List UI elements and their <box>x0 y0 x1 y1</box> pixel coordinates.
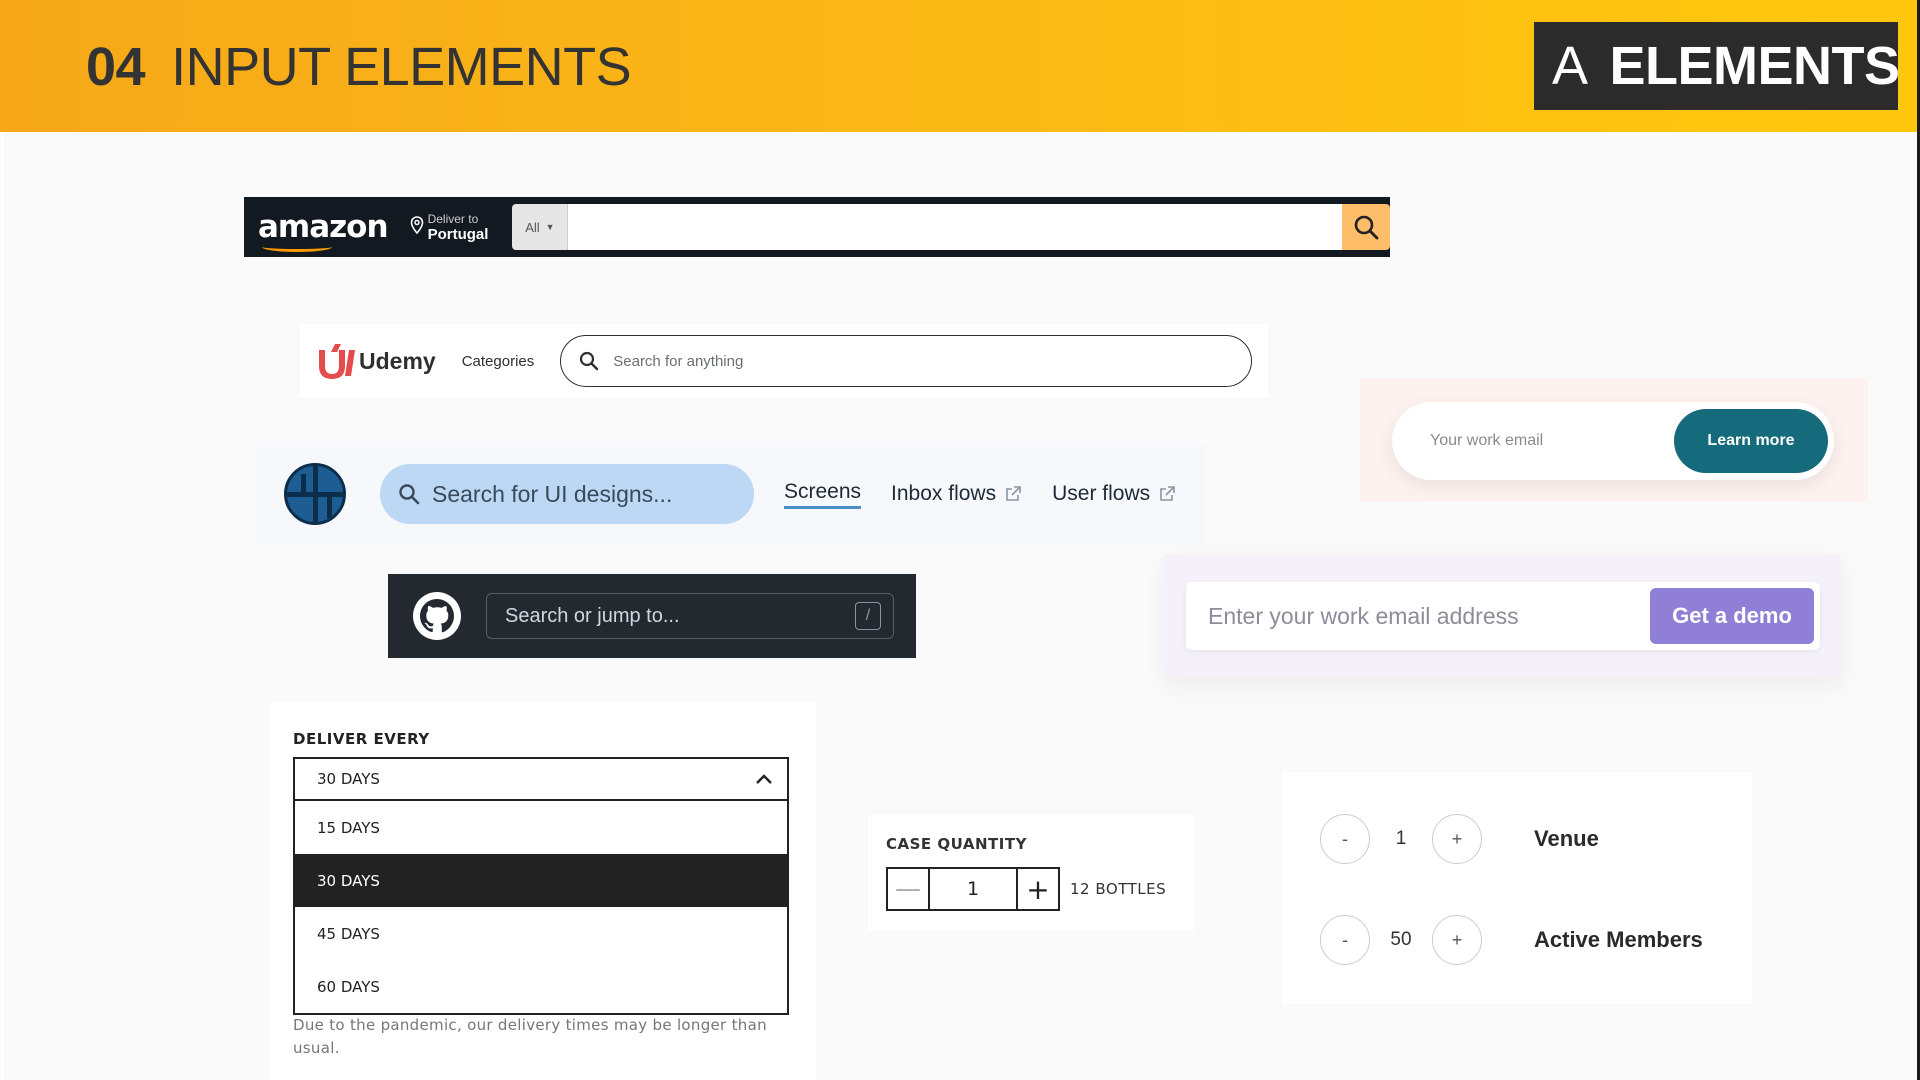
deliver-to[interactable]: Deliver to Portugal <box>410 211 489 243</box>
slide-header: 04 INPUT ELEMENTS A ELEMENTS <box>0 0 1920 132</box>
dropdown-selected[interactable]: 30 DAYS <box>295 759 787 801</box>
quantity-unit: 12 BOTTLES <box>1070 880 1167 898</box>
chevron-up-icon <box>756 774 772 784</box>
venue-label: Venue <box>1534 826 1599 851</box>
amazon-search-input[interactable] <box>568 204 1342 250</box>
udemy-u-icon <box>319 344 355 379</box>
demo-section: Enter your work email address Get a demo <box>1164 554 1840 678</box>
amazon-logo-text: amazon <box>258 209 389 245</box>
dropdown-option[interactable]: 60 DAYS <box>295 960 787 1013</box>
member-steppers-card: - 1 + Venue - 50 + Active Members <box>1282 772 1752 1004</box>
active-members-label: Active Members <box>1534 927 1703 952</box>
amazon-search-bar: amazon Deliver to Portugal All ▼ <box>244 197 1390 257</box>
nav-link-screens[interactable]: Screens <box>784 479 862 509</box>
venue-stepper: - 1 + Venue <box>1320 814 1599 864</box>
brand-badge: A ELEMENTS <box>1534 22 1901 110</box>
get-demo-button[interactable]: Get a demo <box>1650 588 1814 644</box>
dropdown-option[interactable]: 15 DAYS <box>295 801 787 854</box>
category-value: All <box>525 219 540 235</box>
dropdown-option-selected[interactable]: 30 DAYS <box>295 854 787 907</box>
category-select[interactable]: All ▼ <box>512 204 569 250</box>
deliver-every-dropdown: 30 DAYS 15 DAYS 30 DAYS 45 DAYS 60 DAYS <box>293 757 789 1015</box>
badge-prefix: A <box>1552 36 1588 96</box>
amazon-smile-icon <box>262 242 332 252</box>
search-icon <box>399 484 420 505</box>
amazon-search-button[interactable] <box>1342 204 1390 250</box>
learn-more-section: Your work email Learn more <box>1360 378 1868 502</box>
dropdown-option[interactable]: 45 DAYS <box>295 907 787 960</box>
udemy-header: Udemy Categories Search for anything <box>299 324 1269 398</box>
deliver-location: Portugal <box>427 225 489 243</box>
venue-value[interactable]: 1 <box>1370 828 1432 850</box>
udemy-search-input[interactable]: Search for anything <box>560 335 1253 387</box>
nav-link-inbox-flows[interactable]: Inbox flows <box>891 482 1022 506</box>
case-quantity-label: CASE QUANTITY <box>886 835 1027 853</box>
github-logo-icon[interactable] <box>412 591 462 641</box>
work-email-form: Your work email Learn more <box>1392 402 1834 480</box>
work-email-input[interactable]: Your work email <box>1430 432 1674 450</box>
location-pin-icon <box>410 215 424 239</box>
delivery-note: Due to the pandemic, our delivery times … <box>293 1016 767 1057</box>
udemy-search-placeholder: Search for anything <box>613 352 744 370</box>
github-search-input[interactable]: Search or jump to... / <box>486 593 894 639</box>
members-increment-button[interactable]: + <box>1432 915 1482 965</box>
nav-link-label: Inbox flows <box>891 482 997 505</box>
github-header: Search or jump to... / <box>388 574 916 658</box>
external-link-icon <box>1160 486 1175 501</box>
screenlane-search-placeholder: Search for UI designs... <box>432 480 673 507</box>
venue-decrement-button[interactable]: - <box>1320 814 1370 864</box>
external-link-icon <box>1006 486 1021 501</box>
section-number: 04 <box>86 37 146 97</box>
categories-link[interactable]: Categories <box>462 353 535 370</box>
nav-link-label: Screens <box>784 479 862 503</box>
screenlane-search-input[interactable]: Search for UI designs... <box>380 464 754 524</box>
badge-text: ELEMENTS <box>1609 36 1901 96</box>
udemy-logo-text: Udemy <box>359 347 436 374</box>
members-value[interactable]: 50 <box>1370 929 1432 951</box>
increment-button[interactable]: + <box>1016 867 1060 911</box>
nav-link-label: User flows <box>1052 482 1151 505</box>
search-icon <box>580 351 599 371</box>
dropdown-selected-value: 30 DAYS <box>317 770 380 788</box>
active-members-stepper: - 50 + Active Members <box>1320 915 1703 965</box>
section-title: INPUT ELEMENTS <box>171 37 632 97</box>
deliver-every-section: DELIVER EVERY 30 DAYS 15 DAYS 30 DAYS 45… <box>270 702 816 1080</box>
nav-link-user-flows[interactable]: User flows <box>1052 482 1176 506</box>
deliver-label: Deliver to <box>427 211 479 226</box>
screenlane-logo-icon[interactable] <box>284 463 346 525</box>
screenlane-header: Search for UI designs... Screens Inbox f… <box>256 444 1206 544</box>
github-search-placeholder: Search or jump to... <box>505 604 680 627</box>
search-icon <box>1354 215 1379 240</box>
amazon-search-field: All ▼ <box>512 204 1390 250</box>
deliver-every-label: DELIVER EVERY <box>293 730 430 748</box>
keyboard-shortcut-hint: / <box>855 602 881 630</box>
members-decrement-button[interactable]: - <box>1320 915 1370 965</box>
udemy-logo[interactable]: Udemy <box>315 342 436 380</box>
venue-increment-button[interactable]: + <box>1432 814 1482 864</box>
quantity-stepper: — 1 + 12 BOTTLES <box>886 867 1166 911</box>
decrement-button[interactable]: — <box>886 867 930 911</box>
demo-email-form: Enter your work email address Get a demo <box>1186 582 1820 650</box>
slide-title: 04 INPUT ELEMENTS <box>86 36 632 98</box>
caret-down-icon: ▼ <box>545 222 555 232</box>
quantity-input[interactable]: 1 <box>930 867 1016 911</box>
demo-email-input[interactable]: Enter your work email address <box>1208 603 1650 630</box>
amazon-logo[interactable]: amazon <box>258 209 389 252</box>
case-quantity-section: CASE QUANTITY — 1 + 12 BOTTLES <box>868 815 1194 931</box>
learn-more-button[interactable]: Learn more <box>1674 409 1828 473</box>
